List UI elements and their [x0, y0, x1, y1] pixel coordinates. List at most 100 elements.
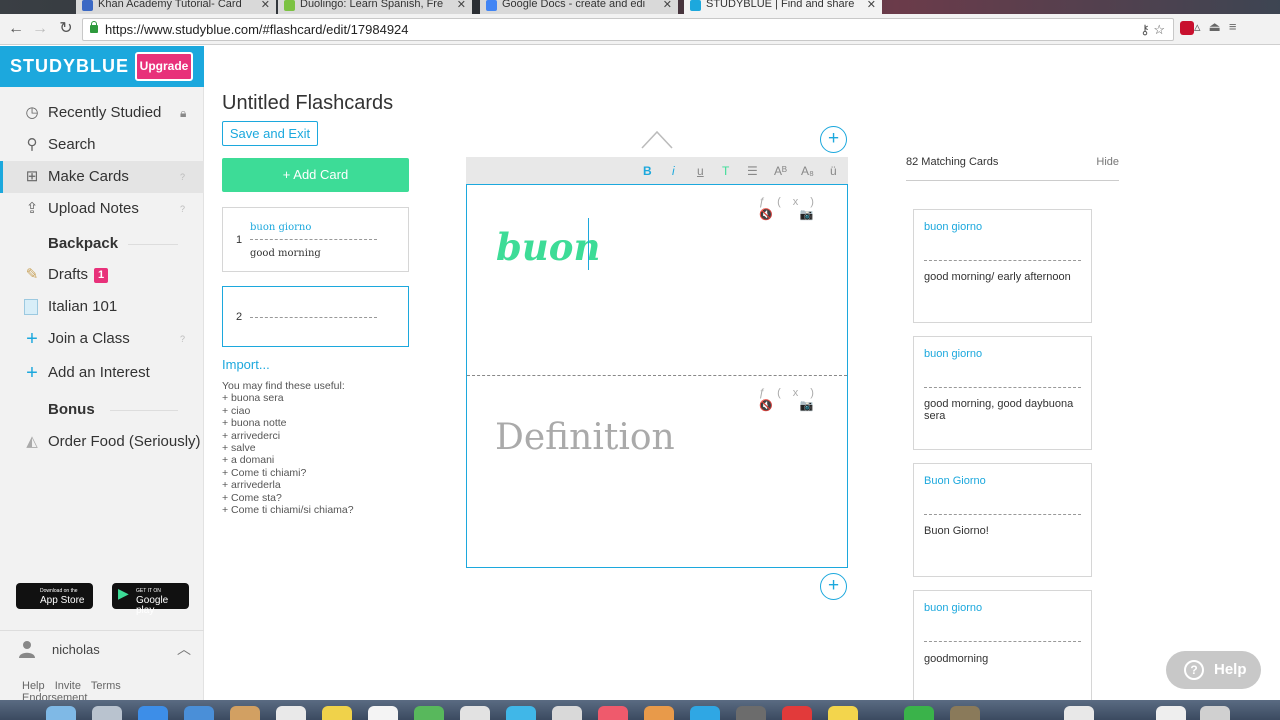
safari-icon[interactable]	[138, 706, 168, 720]
insert-card-below-button[interactable]: +	[820, 573, 847, 600]
special-characters-button[interactable]: ü	[830, 157, 837, 185]
matching-card[interactable]: Buon Giorno Buon Giorno!	[913, 463, 1092, 577]
upgrade-button[interactable]: Upgrade	[135, 52, 193, 81]
app-icon[interactable]	[782, 706, 812, 720]
superscript-button[interactable]: Aᴮ	[774, 157, 787, 185]
forward-arrow-icon[interactable]: →	[30, 19, 50, 39]
browser-tab-active[interactable]: STUDYBLUE | Find and share ✕	[684, 0, 882, 14]
sidebar-item-search[interactable]: ⚲ Search	[0, 129, 204, 161]
insert-card-above-button[interactable]: +	[820, 126, 847, 153]
suggestion-item[interactable]: + Come ti chiami/si chiama?	[222, 504, 354, 516]
term-input[interactable]: buon	[496, 225, 600, 269]
subscript-button[interactable]: A₈	[801, 157, 814, 185]
underline-button[interactable]: u	[697, 157, 704, 185]
itunes-icon[interactable]	[598, 706, 628, 720]
menu-icon[interactable]: ≡	[1229, 19, 1245, 34]
maps-icon[interactable]	[414, 706, 444, 720]
google-play-badge[interactable]: ▶ GET IT ON Google play	[112, 583, 189, 616]
sidebar-item-italian-101[interactable]: Italian 101	[0, 291, 204, 323]
matching-card[interactable]: buon giorno goodmorning	[913, 590, 1092, 700]
list-button[interactable]: ☰	[747, 157, 758, 185]
add-card-button[interactable]: + Add Card	[222, 158, 409, 192]
chrome-icon[interactable]	[828, 706, 858, 720]
definition-media-tools[interactable]: ƒ(x) 🔇 📷	[759, 387, 847, 412]
suggestion-item[interactable]: + Come sta?	[222, 492, 354, 504]
reload-icon[interactable]: ↻	[56, 19, 76, 39]
suggestion-item[interactable]: + a domani	[222, 454, 354, 466]
ibooks-icon[interactable]	[644, 706, 674, 720]
import-link[interactable]: Import...	[222, 357, 270, 372]
mail-icon[interactable]	[184, 706, 214, 720]
downloads-icon[interactable]	[1064, 706, 1094, 720]
suggestion-item[interactable]: + Come ti chiami?	[222, 467, 354, 479]
help-icon[interactable]: ?	[180, 161, 185, 193]
close-tab-icon[interactable]: ✕	[261, 0, 270, 11]
definition-input[interactable]: Definition	[495, 417, 675, 458]
sidebar-item-drafts[interactable]: ✎ Drafts 1	[0, 259, 204, 291]
sidebar-item-add-interest[interactable]: + Add an Interest	[0, 357, 204, 389]
download-icon[interactable]: ⏏	[1209, 19, 1229, 34]
suggestion-item[interactable]: + buona sera	[222, 392, 354, 404]
previous-card-chevron-icon[interactable]	[641, 126, 673, 150]
close-tab-icon[interactable]: ✕	[457, 0, 466, 11]
app-store-icon[interactable]	[690, 706, 720, 720]
documents-icon[interactable]	[1156, 706, 1186, 720]
app-icon[interactable]	[904, 706, 934, 720]
suggestion-item[interactable]: + arrivederci	[222, 430, 354, 442]
messages-icon[interactable]	[506, 706, 536, 720]
sidebar-item-recently-studied[interactable]: ◷ Recently Studied 🔒︎	[0, 97, 204, 129]
app-icon[interactable]	[950, 706, 980, 720]
key-icon[interactable]: ⚷	[1140, 22, 1150, 37]
help-icon[interactable]: ?	[180, 193, 185, 225]
matching-card[interactable]: buon giorno good morning, good daybuona …	[913, 336, 1092, 450]
launchpad-icon[interactable]	[92, 706, 122, 720]
system-preferences-icon[interactable]	[736, 706, 766, 720]
card-list-item-active[interactable]: 2	[222, 286, 409, 347]
chevron-up-icon[interactable]: ︿	[177, 639, 191, 659]
suggestion-item[interactable]: + ciao	[222, 405, 354, 417]
hide-matching-button[interactable]: Hide	[1096, 156, 1119, 168]
sidebar-item-make-cards[interactable]: ⊞ Make Cards ?	[0, 161, 204, 193]
sidebar-item-order-food[interactable]: ◭ Order Food (Seriously)	[0, 426, 204, 458]
italic-button[interactable]: i	[672, 157, 675, 185]
help-button[interactable]: ? Help	[1166, 651, 1261, 689]
notes-icon[interactable]	[322, 706, 352, 720]
close-tab-icon[interactable]: ✕	[867, 0, 876, 11]
photos-icon[interactable]	[460, 706, 490, 720]
suggestion-item[interactable]: + buona notte	[222, 417, 354, 429]
finder-icon[interactable]	[46, 706, 76, 720]
drive-icon[interactable]: ▵	[1194, 19, 1209, 34]
calendar-icon[interactable]	[276, 706, 306, 720]
save-and-exit-button[interactable]: Save and Exit	[222, 121, 318, 146]
footer-link-invite[interactable]: Invite	[55, 680, 81, 692]
browser-tab[interactable]: Google Docs - create and edi ✕	[480, 0, 678, 14]
page-title[interactable]: Untitled Flashcards	[222, 92, 393, 115]
sidebar-item-join-class[interactable]: + Join a Class ?	[0, 323, 204, 355]
bold-button[interactable]: B	[643, 157, 652, 185]
footer-link-help[interactable]: Help	[22, 680, 45, 692]
matching-card-definition: good morning/ early afternoon	[924, 271, 1071, 283]
facetime-icon[interactable]	[552, 706, 582, 720]
help-icon[interactable]: ?	[180, 323, 185, 355]
adblock-icon[interactable]	[1180, 20, 1194, 35]
user-menu[interactable]: nicholas ︿	[0, 630, 204, 666]
reminders-icon[interactable]	[368, 706, 398, 720]
back-arrow-icon[interactable]: ←	[6, 19, 26, 39]
text-color-button[interactable]: T	[722, 157, 729, 185]
trash-icon[interactable]	[1200, 706, 1230, 720]
suggestion-item[interactable]: + arrivederla	[222, 479, 354, 491]
contacts-icon[interactable]	[230, 706, 260, 720]
app-store-badge[interactable]: Download on the App Store	[16, 583, 93, 609]
studyblue-logo[interactable]: STUDYBLUE	[10, 56, 129, 77]
browser-tab[interactable]: Duolingo: Learn Spanish, Fre ✕	[278, 0, 472, 14]
sidebar-item-upload-notes[interactable]: ⇪ Upload Notes ?	[0, 193, 204, 225]
address-bar[interactable]: https://www.studyblue.com/#flashcard/edi…	[82, 18, 1174, 41]
browser-tab[interactable]: Khan Academy Tutorial- Card ✕	[76, 0, 276, 14]
matching-card[interactable]: buon giorno good morning/ early afternoo…	[913, 209, 1092, 323]
close-tab-icon[interactable]: ✕	[663, 0, 672, 11]
term-media-tools[interactable]: ƒ(x) 🔇 📷	[759, 196, 847, 221]
bookmark-star-icon[interactable]: ☆	[1153, 22, 1165, 37]
suggestion-item[interactable]: + salve	[222, 442, 354, 454]
card-list-item[interactable]: 1 buon giorno good morning	[222, 207, 409, 272]
footer-link-terms[interactable]: Terms	[91, 680, 121, 692]
